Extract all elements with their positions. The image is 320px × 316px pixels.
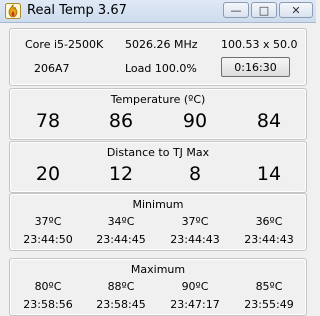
- max-temp-3: 85ºC: [255, 280, 283, 293]
- cpu-multiplier: 100.53 x 50.0: [221, 38, 298, 51]
- min-time-2: 23:44:43: [170, 233, 220, 246]
- max-temp-1: 88ºC: [107, 280, 135, 293]
- max-time-2: 23:47:17: [170, 298, 220, 311]
- maximum-panel: Maximum 80ºC 88ºC 90ºC 85ºC 23:58:56 23:…: [9, 258, 307, 316]
- maximize-button[interactable]: □: [251, 2, 277, 18]
- core-distance-1: 12: [108, 163, 134, 185]
- min-temp-1: 34ºC: [107, 215, 135, 228]
- minimum-title: Minimum: [132, 198, 184, 211]
- core-temp-0: 78: [35, 110, 61, 132]
- min-time-0: 23:44:50: [23, 233, 73, 246]
- core-distance-2: 8: [188, 163, 202, 185]
- title-bar[interactable]: Real Temp 3.67 — □ ✕: [0, 0, 316, 23]
- min-temp-3: 36ºC: [255, 215, 283, 228]
- min-temp-2: 37ºC: [181, 215, 209, 228]
- minimum-panel: Minimum 37ºC 34ºC 37ºC 36ºC 23:44:50 23:…: [9, 193, 307, 251]
- real-temp-window: Real Temp 3.67 — □ ✕ Core i5-2500K 5026.…: [0, 0, 316, 316]
- window-title: Real Temp 3.67: [27, 3, 127, 18]
- distance-panel: Distance to TJ Max 20 12 8 14: [9, 141, 307, 193]
- timer-button[interactable]: 0:16:30: [221, 57, 290, 77]
- core-temp-3: 84: [256, 110, 282, 132]
- max-time-0: 23:58:56: [23, 298, 73, 311]
- close-button[interactable]: ✕: [279, 2, 313, 18]
- app-flame-icon: [5, 3, 21, 19]
- max-temp-2: 90ºC: [181, 280, 209, 293]
- cpu-load: Load 100.0%: [125, 62, 197, 75]
- minimize-button[interactable]: —: [223, 2, 249, 18]
- min-time-3: 23:44:43: [244, 233, 294, 246]
- core-temp-2: 90: [182, 110, 208, 132]
- max-time-3: 23:55:49: [244, 298, 294, 311]
- cpuid: 206A7: [34, 62, 70, 75]
- max-time-1: 23:58:45: [96, 298, 146, 311]
- timer-label: 0:16:30: [234, 60, 277, 74]
- core-distance-3: 14: [256, 163, 282, 185]
- core-temp-1: 86: [108, 110, 134, 132]
- maximize-icon: □: [258, 3, 270, 17]
- distance-title: Distance to TJ Max: [106, 146, 210, 159]
- cpu-frequency: 5026.26 MHz: [125, 38, 198, 51]
- cpu-info-panel: Core i5-2500K 5026.26 MHz 100.53 x 50.0 …: [9, 28, 307, 86]
- min-time-1: 23:44:45: [96, 233, 146, 246]
- temperature-title: Temperature (ºC): [110, 93, 206, 106]
- core-distance-0: 20: [35, 163, 61, 185]
- close-icon: ✕: [291, 3, 301, 17]
- minimize-icon: —: [230, 3, 242, 17]
- cpu-model: Core i5-2500K: [25, 38, 104, 51]
- temperature-panel: Temperature (ºC) 78 86 90 84: [9, 88, 307, 140]
- min-temp-0: 37ºC: [34, 215, 62, 228]
- max-temp-0: 80ºC: [34, 280, 62, 293]
- maximum-title: Maximum: [130, 263, 186, 276]
